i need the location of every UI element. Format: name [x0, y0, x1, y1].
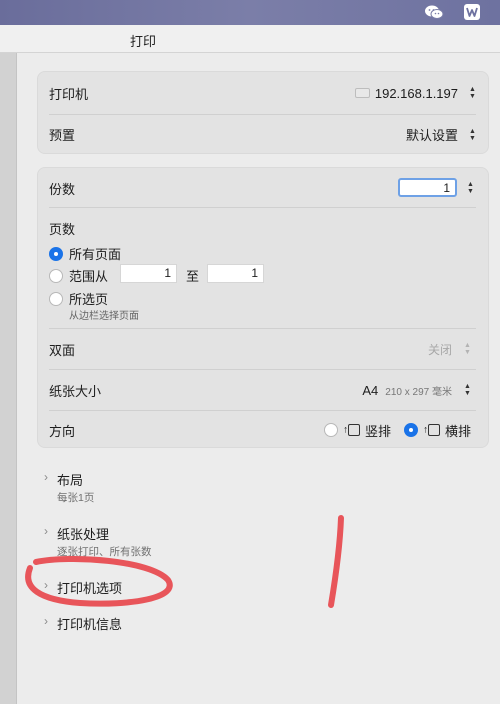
- chevron-right-icon: ›: [44, 614, 48, 628]
- paper-size-value: A4: [362, 382, 379, 398]
- pages-all-label: 所有页面: [69, 247, 122, 262]
- section-subtitle: 每张1页: [57, 492, 95, 504]
- orientation-landscape-option[interactable]: ↑ 横排: [404, 421, 471, 440]
- pages-selection-label: 所选页: [69, 292, 109, 307]
- copies-label: 份数: [49, 181, 76, 197]
- section-layout[interactable]: › 布局 每张1页: [44, 470, 244, 506]
- pages-label: 页数: [49, 222, 76, 237]
- pages-selection-option[interactable]: 所选页: [49, 289, 108, 308]
- pages-range-option[interactable]: 范围从: [49, 266, 108, 285]
- orientation-label: 方向: [49, 423, 76, 439]
- print-options-card: 份数 1 ▲ ▼ 页数 所有页面 范围从 1 至 1 所选页 从边栏选择页面 双面…: [37, 167, 489, 448]
- copies-row: 份数 1 ▲ ▼: [38, 168, 488, 208]
- window-title: 打印: [130, 34, 157, 49]
- portrait-radio[interactable]: [324, 423, 338, 437]
- preset-row[interactable]: 预置 默认设置 ▲ ▼: [38, 114, 488, 155]
- paper-size-popup-chevrons-icon[interactable]: ▲ ▼: [461, 382, 474, 398]
- range-to-input[interactable]: 1: [207, 264, 264, 283]
- paper-size-row[interactable]: 纸张大小 A4 210 x 297 毫米 ▲ ▼: [38, 370, 488, 410]
- range-to-label: 至: [186, 269, 200, 284]
- divider: [49, 207, 476, 208]
- chevron-right-icon: ›: [44, 470, 48, 484]
- portrait-icon: ↑: [343, 424, 360, 436]
- range-from-input[interactable]: 1: [120, 264, 177, 283]
- landscape-radio[interactable]: [404, 423, 418, 437]
- pages-selection-radio[interactable]: [49, 291, 63, 306]
- printer-card: 打印机 192.168.1.197 ▲ ▼ 预置 默认设置 ▲ ▼: [37, 71, 489, 154]
- copies-stepper[interactable]: ▲ ▼: [464, 180, 477, 196]
- menu-bar: [0, 0, 500, 25]
- pages-selection-hint: 从边栏选择页面: [69, 311, 139, 322]
- pages-all-radio[interactable]: [49, 246, 63, 261]
- paper-size-dims: 210 x 297 毫米: [385, 386, 452, 398]
- chevron-right-icon: ›: [44, 524, 48, 538]
- chevron-right-icon: ›: [44, 578, 48, 592]
- duplex-label: 双面: [49, 342, 76, 358]
- duplex-row: 双面 关闭 ▲ ▼: [38, 329, 488, 369]
- section-title: 打印机信息: [57, 617, 123, 632]
- title-bar: 打印: [0, 25, 500, 53]
- printer-row[interactable]: 打印机 192.168.1.197 ▲ ▼: [38, 72, 488, 114]
- printer-popup-chevrons-icon[interactable]: ▲ ▼: [466, 85, 479, 101]
- paper-size-label: 纸张大小: [49, 383, 102, 399]
- pages-all-option[interactable]: 所有页面: [49, 244, 121, 263]
- orientation-row: 方向 ↑ 竖排 ↑ 横排: [38, 411, 488, 449]
- landscape-icon: ↑: [423, 424, 440, 436]
- printer-value: 192.168.1.197: [374, 85, 458, 101]
- section-title: 布局: [57, 473, 84, 488]
- duplex-value[interactable]: 关闭: [428, 341, 452, 358]
- orientation-portrait-option[interactable]: ↑ 竖排: [324, 421, 391, 440]
- copies-input[interactable]: 1: [398, 178, 457, 197]
- section-title: 纸张处理: [57, 527, 110, 542]
- duplex-popup-chevrons-icon[interactable]: ▲ ▼: [461, 341, 474, 357]
- pages-range-label: 范围从: [69, 269, 109, 284]
- preset-value: 默认设置: [405, 128, 458, 143]
- section-title: 打印机选项: [57, 581, 123, 596]
- preview-sidebar[interactable]: [0, 53, 17, 704]
- preset-popup-chevrons-icon[interactable]: ▲ ▼: [466, 127, 479, 143]
- landscape-label: 横排: [445, 423, 472, 439]
- printer-label: 打印机: [49, 86, 89, 102]
- section-subtitle: 逐张打印、所有张数: [57, 546, 152, 558]
- portrait-label: 竖排: [365, 423, 392, 439]
- printer-icon: [354, 88, 370, 98]
- pages-range-radio[interactable]: [49, 268, 63, 283]
- wps-icon[interactable]: [462, 3, 482, 21]
- wechat-icon[interactable]: [424, 3, 444, 21]
- section-paper-handling[interactable]: › 纸张处理 逐张打印、所有张数: [44, 524, 244, 560]
- preset-label: 预置: [49, 128, 76, 143]
- section-printer-options[interactable]: › 打印机选项: [44, 578, 244, 598]
- section-printer-info[interactable]: › 打印机信息: [44, 614, 244, 634]
